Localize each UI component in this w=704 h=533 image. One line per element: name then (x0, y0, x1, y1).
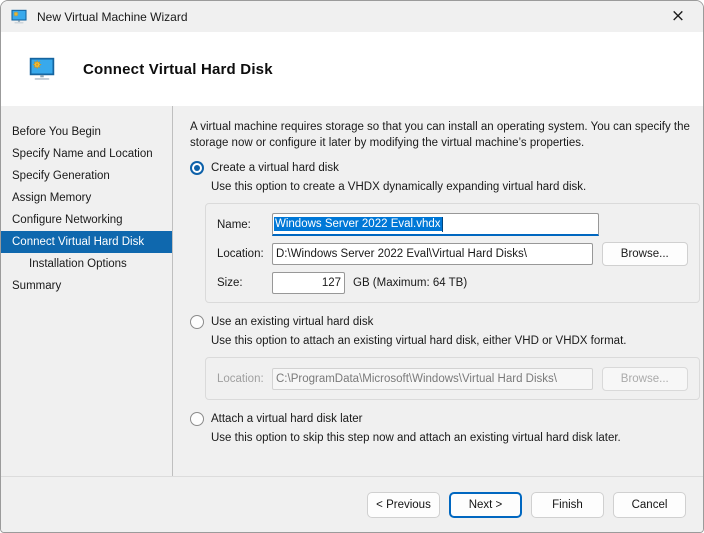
page-title: Connect Virtual Hard Disk (83, 60, 273, 78)
option-label: Attach a virtual hard disk later (211, 413, 363, 425)
existing-location-field-row: Location: Browse... (217, 367, 688, 391)
radio-create-virtual-hard-disk[interactable] (190, 161, 204, 175)
sidebar-item-connect-virtual-hard-disk: Connect Virtual Hard Disk (1, 231, 172, 253)
radio-use-existing-virtual-hard-disk[interactable] (190, 315, 204, 329)
wizard-body: Before You Begin Specify Name and Locati… (1, 106, 703, 476)
next-button[interactable]: Next > (449, 491, 522, 518)
option-description: Use this option to attach an existing vi… (211, 335, 627, 347)
size-field-row: Size: GB (Maximum: 64 TB) (217, 272, 688, 294)
location-input[interactable] (272, 243, 593, 265)
sidebar-item-specify-name-and-location: Specify Name and Location (12, 148, 153, 160)
location-field-row: Location: Browse... (217, 242, 688, 266)
option-label: Use an existing virtual hard disk (211, 316, 374, 328)
option-attach-virtual-hard-disk-later: Attach a virtual hard disk later (190, 412, 699, 426)
intro-text: A virtual machine requires storage so th… (190, 121, 690, 149)
option-create-virtual-hard-disk: Create a virtual hard disk (190, 161, 699, 175)
wizard-steps-sidebar: Before You Begin Specify Name and Locati… (1, 106, 173, 476)
size-maximum-hint: GB (Maximum: 64 TB) (353, 277, 468, 289)
create-disk-fields-group: Name: Windows Server 2022 Eval.vhdx Loca… (205, 203, 700, 303)
name-input[interactable]: Windows Server 2022 Eval.vhdx (272, 213, 599, 236)
existing-browse-button: Browse... (601, 367, 688, 391)
option-use-existing-virtual-hard-disk: Use an existing virtual hard disk (190, 315, 699, 329)
virtual-machine-monitor-icon (11, 9, 27, 25)
sidebar-item-assign-memory: Assign Memory (12, 192, 92, 204)
window-title: New Virtual Machine Wizard (37, 9, 188, 24)
browse-button[interactable]: Browse... (601, 242, 688, 266)
option-label: Create a virtual hard disk (211, 162, 339, 174)
size-label: Size: (217, 277, 243, 289)
virtual-machine-monitor-icon (29, 57, 55, 82)
previous-button[interactable]: < Previous (367, 491, 440, 518)
close-icon[interactable]: × (659, 4, 697, 30)
wizard-header: Connect Virtual Hard Disk (1, 32, 703, 106)
finish-button[interactable]: Finish (531, 491, 604, 518)
wizard-content: A virtual machine requires storage so th… (173, 106, 703, 476)
existing-location-input (272, 368, 593, 390)
text-caret (441, 216, 443, 232)
option-description: Use this option to create a VHDX dynamic… (211, 181, 587, 193)
sidebar-item-summary: Summary (12, 280, 62, 292)
name-field-row: Name: Windows Server 2022 Eval.vhdx (217, 213, 688, 236)
option-description: Use this option to skip this step now an… (211, 432, 621, 444)
name-input-selected-text: Windows Server 2022 Eval.vhdx (274, 217, 442, 231)
size-input[interactable] (272, 272, 345, 294)
sidebar-item-specify-generation: Specify Generation (12, 170, 110, 182)
existing-location-label: Location: (217, 373, 264, 385)
titlebar: New Virtual Machine Wizard × (1, 1, 703, 32)
radio-attach-virtual-hard-disk-later[interactable] (190, 412, 204, 426)
wizard-footer: < Previous Next > Finish Cancel (1, 476, 703, 532)
location-label: Location: (217, 248, 264, 260)
new-virtual-machine-wizard-dialog: New Virtual Machine Wizard × Connect Vir… (0, 0, 704, 533)
name-label: Name: (217, 218, 251, 231)
existing-disk-fields-group: Location: Browse... (205, 357, 700, 400)
sidebar-item-installation-options: Installation Options (29, 258, 127, 270)
cancel-button[interactable]: Cancel (613, 491, 686, 518)
sidebar-item-before-you-begin: Before You Begin (12, 126, 101, 138)
sidebar-item-configure-networking: Configure Networking (12, 214, 123, 226)
